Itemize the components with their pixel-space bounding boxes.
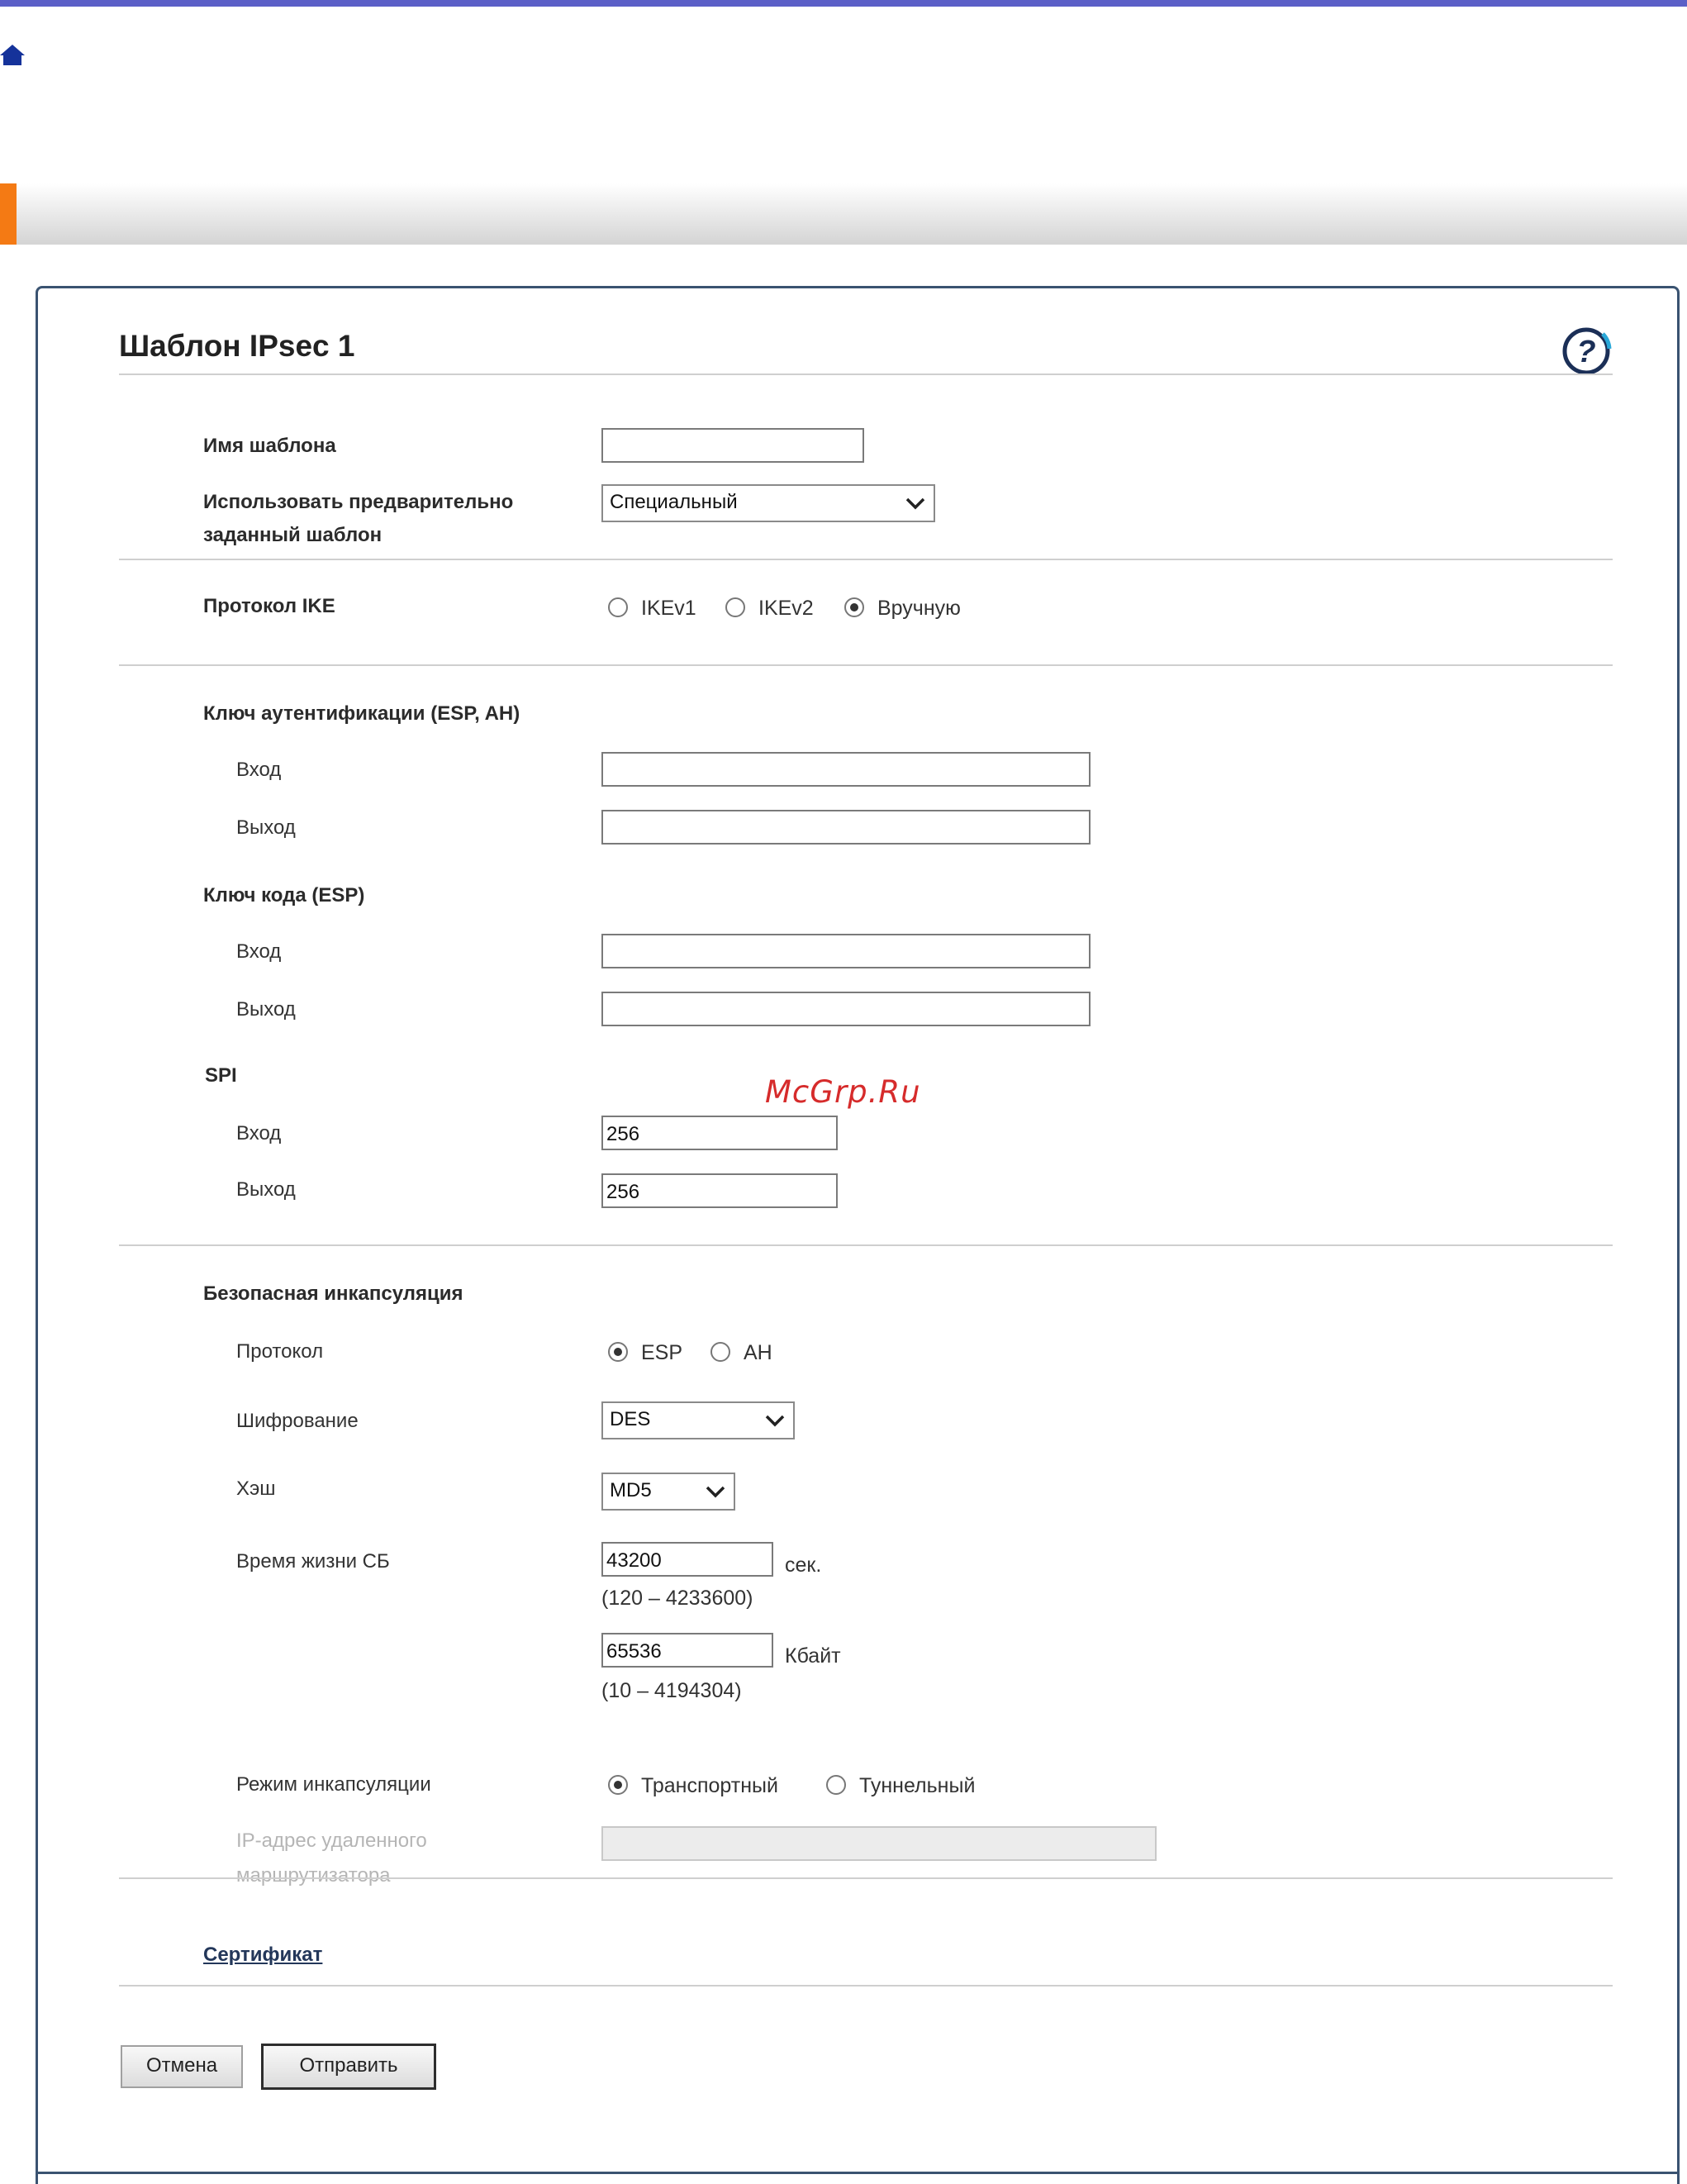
encryption-label: Шифрование bbox=[236, 1410, 359, 1432]
encapsulation-label: Безопасная инкапсуляция bbox=[203, 1282, 463, 1305]
template-name-label: Имя шаблона bbox=[203, 435, 336, 457]
protocol-option-ah-label: AH bbox=[744, 1341, 772, 1364]
predefined-template-label-2: заданный шаблон bbox=[203, 524, 383, 546]
ike-option-manual-label: Вручную bbox=[877, 597, 961, 620]
auth-key-out-label: Выход bbox=[236, 816, 296, 839]
spi-in-label: Вход bbox=[236, 1122, 282, 1144]
ike-option-ikev2-label: IKEv2 bbox=[758, 597, 814, 620]
lifetime-kbytes-unit: Кбайт bbox=[785, 1644, 841, 1668]
panel-bottom-border bbox=[36, 2172, 1680, 2174]
chevron-down-icon bbox=[905, 497, 925, 510]
code-key-label: Ключ кода (ESP) bbox=[203, 884, 365, 906]
lifetime-label: Время жизни СБ bbox=[236, 1550, 390, 1573]
lifetime-seconds-unit: сек. bbox=[785, 1554, 822, 1577]
predefined-template-value: Специальный bbox=[610, 491, 738, 513]
protocol-label: Протокол bbox=[236, 1340, 324, 1363]
mode-radio-tunnel[interactable] bbox=[826, 1775, 846, 1795]
ike-radio-ikev2[interactable] bbox=[725, 597, 745, 617]
code-key-in-input[interactable] bbox=[601, 934, 1091, 968]
remote-router-label-1: IP-адрес удаленного bbox=[236, 1830, 427, 1852]
lifetime-seconds-range: (120 – 4233600) bbox=[601, 1587, 753, 1610]
panel-corner-right bbox=[1677, 2158, 1680, 2174]
help-icon[interactable]: ? bbox=[1561, 324, 1616, 378]
hash-label: Хэш bbox=[236, 1477, 276, 1500]
code-key-out-label: Выход bbox=[236, 998, 296, 1021]
hash-value: MD5 bbox=[610, 1479, 652, 1501]
lifetime-kbytes-input[interactable]: 65536 bbox=[601, 1633, 773, 1668]
mode-radio-transport[interactable] bbox=[608, 1775, 628, 1795]
top-accent-bar bbox=[0, 0, 1687, 7]
divider bbox=[119, 374, 1613, 375]
cancel-button[interactable]: Отмена bbox=[121, 2045, 243, 2088]
spi-in-input[interactable]: 256 bbox=[601, 1116, 838, 1150]
lifetime-seconds-input[interactable]: 43200 bbox=[601, 1542, 773, 1577]
section-header-accent bbox=[0, 183, 17, 245]
divider bbox=[119, 559, 1613, 560]
protocol-radio-esp[interactable] bbox=[608, 1342, 628, 1362]
encap-mode-label: Режим инкапсуляции bbox=[236, 1773, 431, 1796]
spi-out-label: Выход bbox=[236, 1178, 296, 1201]
ike-radio-ikev1[interactable] bbox=[608, 597, 628, 617]
divider bbox=[119, 1244, 1613, 1246]
protocol-option-esp-label: ESP bbox=[641, 1341, 683, 1364]
chevron-down-icon bbox=[706, 1486, 725, 1498]
predefined-template-select[interactable]: Специальный bbox=[601, 484, 935, 522]
code-key-out-input[interactable] bbox=[601, 992, 1091, 1026]
certificate-link[interactable]: Сертификат bbox=[203, 1944, 322, 1967]
chevron-down-icon bbox=[765, 1415, 785, 1427]
mode-option-transport-label: Транспортный bbox=[641, 1774, 778, 1797]
auth-key-in-label: Вход bbox=[236, 759, 282, 781]
divider bbox=[119, 1877, 1613, 1879]
code-key-in-label: Вход bbox=[236, 940, 282, 963]
lifetime-kbytes-range: (10 – 4194304) bbox=[601, 1679, 742, 1702]
remote-router-input bbox=[601, 1826, 1157, 1861]
encryption-value: DES bbox=[610, 1408, 651, 1430]
auth-key-out-input[interactable] bbox=[601, 810, 1091, 845]
watermark: McGrp.Ru bbox=[765, 1074, 921, 1110]
protocol-radio-ah[interactable] bbox=[710, 1342, 730, 1362]
remote-router-label-2: маршрутизатора bbox=[236, 1864, 391, 1887]
ike-radio-manual[interactable] bbox=[844, 597, 864, 617]
page-title: Шаблон IPsec 1 bbox=[119, 329, 355, 363]
section-header-band bbox=[0, 183, 1687, 245]
settings-panel bbox=[36, 286, 1680, 2184]
hash-select[interactable]: MD5 bbox=[601, 1473, 735, 1511]
panel-corner-left bbox=[36, 2158, 38, 2174]
divider bbox=[119, 664, 1613, 666]
spi-label: SPI bbox=[205, 1064, 237, 1087]
predefined-template-label-1: Использовать предварительно bbox=[203, 491, 514, 513]
encryption-select[interactable]: DES bbox=[601, 1401, 795, 1439]
mode-option-tunnel-label: Туннельный bbox=[859, 1774, 976, 1797]
ike-option-ikev1-label: IKEv1 bbox=[641, 597, 696, 620]
home-icon[interactable] bbox=[0, 41, 25, 66]
auth-key-in-input[interactable] bbox=[601, 752, 1091, 787]
auth-key-label: Ключ аутентификации (ESP, AH) bbox=[203, 702, 520, 725]
ike-protocol-label: Протокол IKE bbox=[203, 595, 335, 617]
template-name-input[interactable] bbox=[601, 428, 864, 463]
divider bbox=[119, 1985, 1613, 1987]
submit-button[interactable]: Отправить bbox=[261, 2044, 436, 2090]
svg-text:?: ? bbox=[1576, 335, 1595, 369]
spi-out-input[interactable]: 256 bbox=[601, 1173, 838, 1208]
